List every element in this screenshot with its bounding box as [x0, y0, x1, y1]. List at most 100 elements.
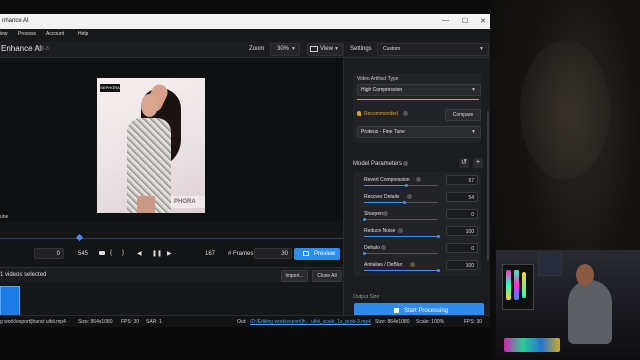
parameter-slider[interactable] — [364, 184, 438, 187]
parameter-value-input[interactable]: 54 — [446, 192, 478, 202]
slider-knob[interactable] — [437, 235, 440, 238]
timeline-handle[interactable] — [75, 233, 84, 242]
rgb-fan — [522, 272, 526, 298]
background-blur — [520, 40, 610, 180]
zoom-value: 30% — [277, 46, 290, 52]
parameter-value-input[interactable]: 57 — [446, 175, 478, 185]
slider-knob[interactable] — [437, 269, 440, 272]
parameter-value-input[interactable]: 0 — [446, 243, 478, 253]
background-bottom — [0, 327, 490, 360]
settings-header: Settings Custom ▼ — [344, 41, 490, 58]
start-processing-label: Start Processing — [404, 308, 449, 314]
info-icon[interactable] — [416, 177, 421, 182]
slider-knob[interactable] — [363, 252, 366, 255]
parameter-value-input[interactable]: 0 — [446, 209, 478, 219]
output-path-link[interactable]: /D:/Editing work/export/jh... uibii_scal… — [250, 319, 371, 325]
add-icon[interactable]: + — [473, 158, 483, 168]
step-forward-icon[interactable]: ▶ — [167, 250, 172, 257]
menu-process[interactable]: Process — [18, 31, 36, 37]
selection-count: 1 videos selected — [0, 272, 47, 278]
zoom-label: Zoom — [249, 46, 265, 52]
menu-help[interactable]: Help — [78, 31, 88, 37]
chevron-down-icon: ▼ — [291, 46, 296, 52]
parameter-row: Reduce Noise 100 — [355, 226, 480, 244]
frames-label: # Frames — [228, 251, 254, 257]
parameter-label: Recover Details — [364, 194, 400, 200]
info-icon[interactable] — [403, 111, 408, 116]
parameter-row: Antialias / DeBlur 100 — [355, 260, 480, 278]
camera-icon[interactable] — [99, 251, 105, 255]
import-button[interactable]: Import... — [281, 270, 308, 282]
compare-button[interactable]: Compare — [445, 109, 481, 121]
slider-fill — [364, 270, 438, 271]
parameter-slider[interactable] — [364, 201, 438, 204]
menu-account[interactable]: Account — [46, 31, 64, 37]
parameter-label: Revert Compression — [364, 177, 410, 183]
output-scale: Scale: 100% — [416, 319, 445, 325]
parameter-value-input[interactable]: 100 — [446, 260, 478, 270]
parameter-slider[interactable] — [364, 269, 440, 272]
preview-button[interactable]: Preview — [294, 248, 340, 260]
pause-icon[interactable]: ❚❚ — [152, 250, 162, 257]
output-size: Size: 864x1080 — [375, 319, 410, 325]
mark-in-icon[interactable]: { — [110, 250, 112, 256]
view-icon — [310, 46, 318, 52]
chevron-down-icon: ▼ — [479, 46, 484, 52]
artifact-type-value: High Compression — [361, 87, 403, 93]
preview-icon — [303, 251, 309, 256]
person-head — [576, 264, 594, 286]
info-icon[interactable] — [381, 245, 386, 250]
input-sar: SAR: 1 — [146, 319, 162, 325]
slider-knob[interactable] — [405, 184, 408, 187]
backdrop-logo-top: SEPHORA — [100, 84, 120, 92]
preview-side-label: une — [0, 214, 9, 220]
start-frame-input[interactable]: 0 — [34, 248, 64, 259]
parameter-slider[interactable] — [363, 252, 438, 255]
parameter-row: Dehalo 0 — [355, 243, 480, 261]
parameter-label: Antialias / DeBlur — [364, 262, 403, 268]
chevron-down-icon: ▼ — [334, 46, 339, 52]
info-icon[interactable] — [403, 161, 408, 166]
image-legs — [137, 196, 155, 213]
mark-out-icon[interactable]: } — [122, 250, 124, 256]
input-size: Size: 864x1080 — [78, 319, 113, 325]
slider-knob[interactable] — [403, 201, 406, 204]
timeline-track[interactable] — [0, 238, 343, 239]
info-icon[interactable] — [407, 194, 412, 199]
view-label: View — [320, 46, 333, 52]
maximize-icon[interactable]: ☐ — [462, 17, 468, 25]
settings-scrollbar[interactable] — [487, 111, 489, 261]
timeline[interactable] — [0, 224, 343, 234]
close-all-button[interactable]: Close All — [312, 270, 342, 282]
info-icon[interactable] — [410, 262, 415, 267]
slider-knob[interactable] — [363, 218, 366, 221]
close-icon[interactable]: ✕ — [480, 17, 486, 25]
slider-fill — [364, 236, 438, 237]
step-back-icon[interactable]: ◀ — [137, 250, 142, 257]
parameter-row: Revert Compression 57 — [355, 175, 480, 193]
monitor — [538, 252, 562, 276]
output-label: Out: — [237, 319, 247, 325]
parameter-value-input[interactable]: 100 — [446, 226, 478, 236]
parameter-slider[interactable] — [364, 235, 440, 238]
info-icon[interactable] — [383, 211, 388, 216]
menu-view[interactable]: iew — [0, 31, 8, 37]
video-canvas[interactable]: SEPHORA PHORA — [0, 58, 343, 221]
rgb-keyboard — [504, 338, 560, 352]
end-frame: 167 — [205, 251, 216, 257]
playback-controls: 0 545 { } ◀ ❚❚ ▶ 167 # Frames 30 Preview — [0, 246, 343, 262]
parameter-slider[interactable] — [363, 218, 438, 221]
video-frame-image: SEPHORA PHORA — [97, 78, 205, 213]
minimize-icon[interactable]: — — [442, 17, 449, 24]
settings-label: Settings — [350, 46, 372, 52]
artifact-type-label: Video Artifact Type — [357, 76, 399, 82]
backdrop-logo-bottom: PHORA — [171, 196, 205, 208]
person-body — [568, 280, 612, 344]
location-pin-icon — [357, 111, 361, 116]
preset-value: Custom — [383, 46, 401, 52]
frames-input[interactable]: 30 — [254, 248, 292, 259]
reset-icon[interactable]: ↺ — [459, 158, 469, 168]
recommended-divider — [357, 99, 479, 100]
parameter-label: Sharpen — [364, 211, 383, 217]
info-icon[interactable] — [398, 228, 403, 233]
